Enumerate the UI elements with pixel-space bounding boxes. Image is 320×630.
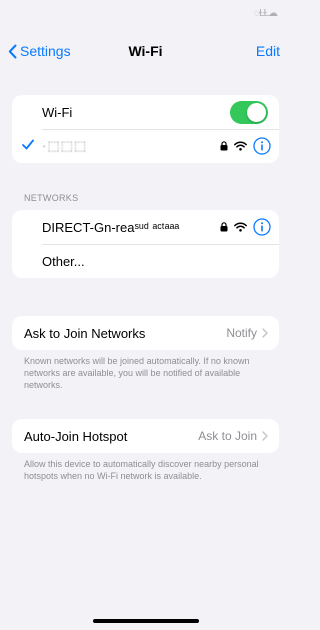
edit-button[interactable]: Edit [256,43,280,59]
wifi-signal-icon [234,222,247,232]
other-network-row[interactable]: Other... [12,244,279,278]
chevron-right-icon [262,328,268,338]
chevron-right-icon [262,431,268,441]
wifi-signal-icon [234,141,247,151]
auto-join-value: Ask to Join [198,429,257,443]
navigation-bar: Settings Wi-Fi Edit [0,38,291,66]
checkmark-icon [22,139,34,150]
auto-join-group: Auto-Join Hotspot Ask to Join [12,419,279,453]
network-name: DIRECT-Gn-reaˢᵘᵈ ᵃᶜᵗᵃᵃᵃ [42,219,180,235]
auto-join-footnote: Allow this device to automatically disco… [24,459,259,481]
networks-section-header: NETWORKS [24,193,79,203]
ask-to-join-row[interactable]: Ask to Join Networks Notify [12,316,279,350]
network-row[interactable]: DIRECT-Gn-reaˢᵘᵈ ᵃᶜᵗᵃᵃᵃ [12,210,279,244]
network-icons [214,218,271,236]
connected-network-name: ·⬚⬚⬚ [42,138,88,153]
wifi-group: Wi-Fi ·⬚⬚⬚ [12,95,279,163]
lock-icon [220,222,228,232]
networks-group: DIRECT-Gn-reaˢᵘᵈ ᵃᶜᵗᵃᵃᵃ Other... [12,210,279,278]
ask-to-join-value: Notify [226,326,257,340]
info-icon[interactable] [253,137,271,155]
ask-to-join-group: Ask to Join Networks Notify [12,316,279,350]
other-network-label: Other... [42,253,85,269]
toggle-knob [247,102,266,122]
status-indicator: ◌ⱢⱢ☁ [253,8,278,19]
connected-network-row[interactable]: ·⬚⬚⬚ [12,129,279,163]
lock-icon [220,141,228,151]
info-icon[interactable] [253,218,271,236]
ask-to-join-label: Ask to Join Networks [24,325,146,341]
wifi-toggle-label: Wi-Fi [42,104,73,120]
auto-join-label: Auto-Join Hotspot [24,428,128,444]
wifi-toggle[interactable] [230,100,268,124]
connected-network-icons [214,137,271,155]
home-indicator[interactable] [93,619,199,623]
page-title: Wi-Fi [128,43,163,59]
wifi-toggle-row: Wi-Fi [12,95,279,129]
status-bar: ◌ⱢⱢ☁ [0,0,291,26]
auto-join-row[interactable]: Auto-Join Hotspot Ask to Join [12,419,279,453]
ask-to-join-footnote: Known networks will be joined automatica… [24,356,250,390]
